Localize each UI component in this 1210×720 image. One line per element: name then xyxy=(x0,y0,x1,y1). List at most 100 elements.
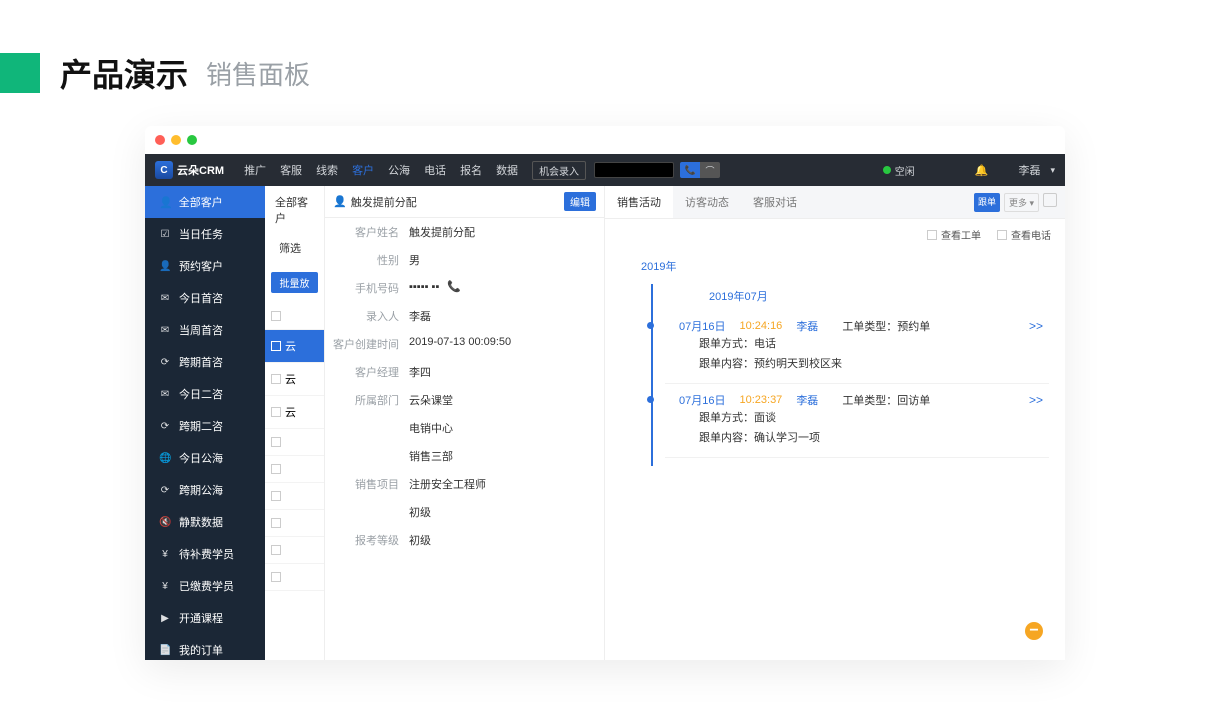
sidebar: 👤 全部客户 ☑当日任务👤预约客户✉今日首咨✉当周首咨⟳跨期首咨✉今日二咨⟳跨期… xyxy=(145,186,265,660)
mac-titlebar xyxy=(145,126,1065,154)
checkbox-icon[interactable] xyxy=(271,464,281,474)
checkbox-icon[interactable] xyxy=(271,545,281,555)
list-item[interactable]: 云 xyxy=(265,330,324,363)
list-item[interactable] xyxy=(265,429,324,456)
detail-panel: 👤 触发提前分配 编辑 客户姓名触发提前分配性别男手机号码▪▪▪▪▪ ▪▪📞录入… xyxy=(325,186,605,660)
activity-tab[interactable]: 访客动态 xyxy=(673,186,741,218)
sidebar-item[interactable]: 🔇静默数据 xyxy=(145,506,265,538)
sidebar-item[interactable]: ✉今日二咨 xyxy=(145,378,265,410)
sidebar-item[interactable]: 🌐今日公海 xyxy=(145,442,265,474)
list-item[interactable] xyxy=(265,303,324,330)
checkbox-icon[interactable] xyxy=(271,491,281,501)
hangup-button[interactable]: ⌒ xyxy=(700,162,720,178)
bell-icon[interactable]: 🔔 xyxy=(975,164,989,177)
sidebar-item[interactable]: ✉今日首咨 xyxy=(145,282,265,314)
timeline-author: 李磊 xyxy=(796,392,818,408)
user-menu[interactable]: 李磊 xyxy=(1018,162,1040,178)
list-header: 全部客户 xyxy=(265,186,324,230)
search-input[interactable] xyxy=(594,162,674,178)
timeline-year: 2019年 xyxy=(621,254,1049,284)
layout-icon[interactable] xyxy=(1043,193,1057,207)
topnav-item[interactable]: 数据 xyxy=(496,162,518,178)
expand-button[interactable]: >> xyxy=(1029,319,1043,333)
filter-view-tickets[interactable]: 查看工单 xyxy=(927,227,981,242)
topnav-item[interactable]: 客服 xyxy=(280,162,302,178)
sidebar-item[interactable]: ⟳跨期二咨 xyxy=(145,410,265,442)
customer-list-column: 全部客户 筛选 批量放 云云云 xyxy=(265,186,325,660)
sidebar-item-label: 今日首咨 xyxy=(179,290,223,306)
filter-view-calls[interactable]: 查看电话 xyxy=(997,227,1051,242)
list-item[interactable] xyxy=(265,510,324,537)
expand-button[interactable]: >> xyxy=(1029,393,1043,407)
list-item-label: 云 xyxy=(285,371,296,387)
checkbox-icon[interactable] xyxy=(271,407,281,417)
person-icon: 👤 xyxy=(333,195,347,208)
track-badge[interactable]: 跟单 xyxy=(974,193,1000,212)
checkbox-icon[interactable] xyxy=(271,437,281,447)
checkbox-icon[interactable] xyxy=(271,374,281,384)
sidebar-item-icon: 📄 xyxy=(159,645,171,656)
list-item[interactable]: 云 xyxy=(265,396,324,429)
detail-row: 手机号码▪▪▪▪▪ ▪▪📞 xyxy=(325,274,604,302)
list-item[interactable] xyxy=(265,564,324,591)
sidebar-item-label: 跨期公海 xyxy=(179,482,223,498)
sidebar-item[interactable]: ☑当日任务 xyxy=(145,218,265,250)
detail-label: 手机号码 xyxy=(333,280,409,296)
activity-tab[interactable]: 销售活动 xyxy=(605,186,673,218)
chevron-down-icon: ▾ xyxy=(1050,165,1055,176)
sidebar-item[interactable]: ¥ 待补费学员 xyxy=(145,538,265,570)
list-item[interactable] xyxy=(265,483,324,510)
detail-label xyxy=(333,448,409,464)
sidebar-item-label: 待补费学员 xyxy=(179,546,234,562)
topnav-item[interactable]: 报名 xyxy=(460,162,482,178)
sidebar-item-icon: 🔇 xyxy=(159,517,171,528)
timeline-month: 2019年07月 xyxy=(665,284,1049,310)
detail-value: 云朵课堂 xyxy=(409,392,596,408)
topnav-item[interactable]: 推广 xyxy=(244,162,266,178)
sidebar-item[interactable]: ¥已缴费学员 xyxy=(145,570,265,602)
checkbox-icon[interactable] xyxy=(997,230,1007,240)
sidebar-item-icon: ⟳ xyxy=(159,357,171,368)
list-item[interactable] xyxy=(265,537,324,564)
sidebar-item[interactable]: 👤预约客户 xyxy=(145,250,265,282)
checkbox-icon[interactable] xyxy=(927,230,937,240)
sidebar-item[interactable]: 📄我的订单 xyxy=(145,634,265,660)
batch-button[interactable]: 批量放 xyxy=(271,272,318,293)
checkbox-icon[interactable] xyxy=(271,341,281,351)
sidebar-item-label: 今日二咨 xyxy=(179,386,223,402)
more-button[interactable]: 更多 ▾ xyxy=(1004,193,1039,212)
checkbox-icon[interactable] xyxy=(271,572,281,582)
edit-button[interactable]: 编辑 xyxy=(564,192,596,211)
close-icon[interactable] xyxy=(155,135,165,145)
zoom-icon[interactable] xyxy=(187,135,197,145)
checkbox-icon[interactable] xyxy=(271,311,281,321)
sidebar-header[interactable]: 👤 全部客户 xyxy=(145,186,265,218)
minimize-icon[interactable] xyxy=(171,135,181,145)
checkbox-icon[interactable] xyxy=(271,518,281,528)
detail-value: 电销中心 xyxy=(409,420,596,436)
opportunity-entry-button[interactable]: 机会录入 xyxy=(532,161,586,180)
sidebar-item-label: 预约客户 xyxy=(179,258,223,274)
sidebar-item[interactable]: ⟳跨期公海 xyxy=(145,474,265,506)
list-item[interactable] xyxy=(265,456,324,483)
detail-value: 李四 xyxy=(409,364,596,380)
sidebar-item[interactable]: ⟳跨期首咨 xyxy=(145,346,265,378)
sidebar-item-label: 开通课程 xyxy=(179,610,223,626)
activity-tab[interactable]: 客服对话 xyxy=(741,186,809,218)
sidebar-item-icon: ¥ xyxy=(159,549,171,560)
topnav-item[interactable]: 公海 xyxy=(388,162,410,178)
detail-value: 初级 xyxy=(409,504,596,520)
list-item[interactable]: 云 xyxy=(265,363,324,396)
topnav-item[interactable]: 线索 xyxy=(316,162,338,178)
phone-icon[interactable]: 📞 xyxy=(447,281,461,293)
help-fab[interactable]: − xyxy=(1025,622,1043,640)
filter-label[interactable]: 筛选 xyxy=(265,230,324,262)
list-item-label: 云 xyxy=(285,338,296,354)
sidebar-item[interactable]: ▶开通课程 xyxy=(145,602,265,634)
sidebar-item[interactable]: ✉当周首咨 xyxy=(145,314,265,346)
topnav-item[interactable]: 客户 xyxy=(352,162,374,178)
timeline-content: 跟单内容：预约明天到校区来 xyxy=(679,356,1043,374)
call-button[interactable]: 📞 xyxy=(680,162,700,178)
detail-row: 销售三部 xyxy=(325,442,604,470)
topnav-item[interactable]: 电话 xyxy=(424,162,446,178)
